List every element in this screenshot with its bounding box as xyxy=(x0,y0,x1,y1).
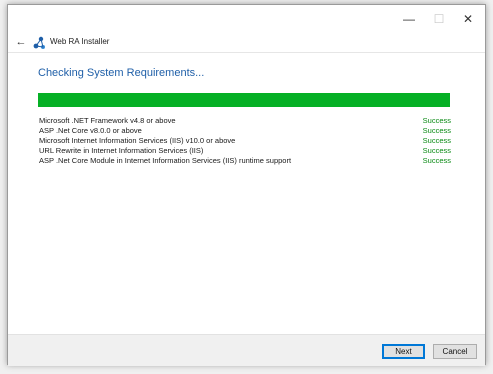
requirement-row: Microsoft .NET Framework v4.8 or above S… xyxy=(39,116,451,126)
requirement-status: Success xyxy=(422,146,451,155)
requirement-row: ASP .Net Core v8.0.0 or above Success xyxy=(39,126,451,136)
cancel-button[interactable]: Cancel xyxy=(433,344,477,359)
requirements-list: Microsoft .NET Framework v4.8 or above S… xyxy=(39,116,451,166)
installer-window: — ☐ ✕ ← Web RA Installer Checking System… xyxy=(7,4,486,366)
requirement-name: ASP .Net Core v8.0.0 or above xyxy=(39,126,142,135)
minimize-button[interactable]: — xyxy=(401,11,417,27)
back-arrow-icon[interactable]: ← xyxy=(14,35,28,49)
page-title: Checking System Requirements... xyxy=(38,67,205,79)
web-ra-logo-icon xyxy=(33,36,45,49)
requirement-row: URL Rewrite in Internet Information Serv… xyxy=(39,146,451,156)
maximize-button[interactable]: ☐ xyxy=(431,11,447,27)
title-bar: — ☐ ✕ xyxy=(8,5,485,33)
header-divider xyxy=(8,52,485,53)
requirement-status: Success xyxy=(422,156,451,165)
requirement-status: Success xyxy=(422,116,451,125)
footer-bar: Next Cancel xyxy=(8,334,485,366)
progress-bar-fill xyxy=(38,93,450,107)
requirement-name: Microsoft Internet Information Services … xyxy=(39,136,236,145)
requirement-name: ASP .Net Core Module in Internet Informa… xyxy=(39,156,292,165)
progress-bar xyxy=(38,93,450,107)
requirement-name: URL Rewrite in Internet Information Serv… xyxy=(39,146,204,155)
requirement-name: Microsoft .NET Framework v4.8 or above xyxy=(39,116,176,125)
app-title: Web RA Installer xyxy=(50,37,110,46)
requirement-status: Success xyxy=(422,136,451,145)
requirement-row: Microsoft Internet Information Services … xyxy=(39,136,451,146)
requirement-status: Success xyxy=(422,126,451,135)
requirement-row: ASP .Net Core Module in Internet Informa… xyxy=(39,156,451,166)
next-button[interactable]: Next xyxy=(382,344,425,359)
nav-bar: ← Web RA Installer xyxy=(8,33,485,53)
close-button[interactable]: ✕ xyxy=(460,11,476,27)
